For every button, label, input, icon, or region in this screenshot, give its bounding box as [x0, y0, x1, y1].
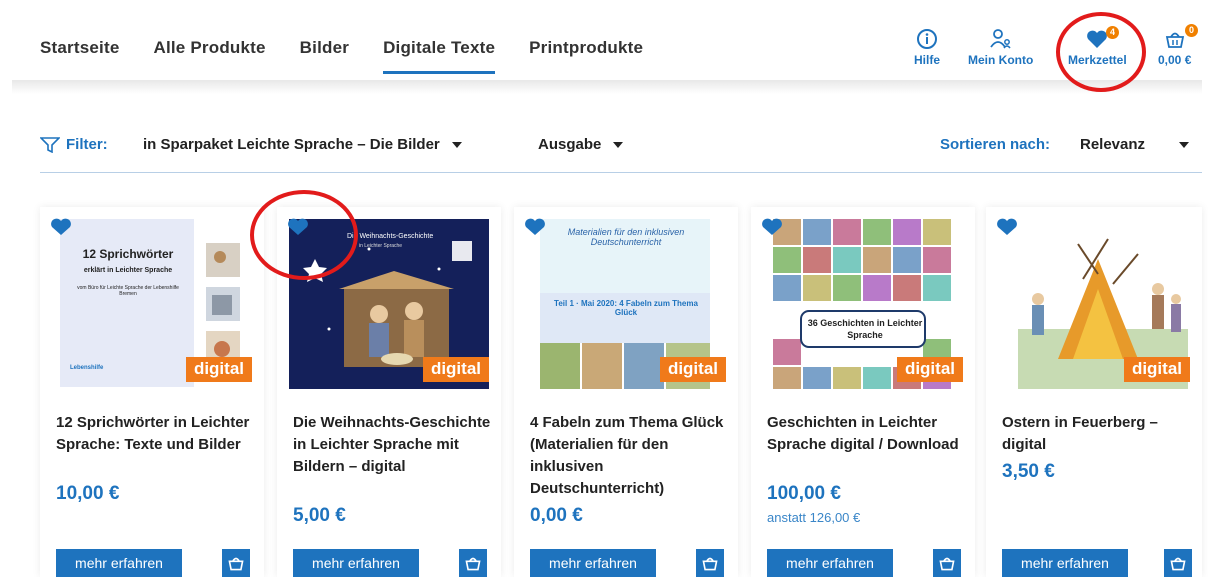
- info-icon: [917, 29, 937, 49]
- digital-badge: digital: [185, 357, 252, 382]
- heart-highlight-circle: [250, 190, 358, 280]
- filter-selected-value: in Sparpaket Leichte Sprache – Die Bilde…: [143, 136, 440, 153]
- product-price: 100,00 €: [767, 483, 841, 504]
- top-navigation: Startseite Alle Produkte Bilder Digitale…: [0, 0, 1208, 82]
- filter-edition-label: Ausgabe: [538, 136, 602, 153]
- cart-count-badge: 0: [1185, 24, 1198, 37]
- add-to-cart-button[interactable]: [222, 549, 250, 577]
- basket-icon: [702, 557, 718, 571]
- cart-total: 0,00 €: [1158, 53, 1192, 67]
- basket-icon: [1165, 32, 1184, 48]
- help-link[interactable]: Hilfe: [914, 28, 940, 67]
- digital-badge: digital: [659, 357, 726, 382]
- add-to-cart-button[interactable]: [1164, 549, 1192, 577]
- old-price: anstatt 126,00 €: [767, 510, 861, 525]
- help-label: Hilfe: [914, 53, 941, 67]
- digital-badge: digital: [896, 357, 963, 382]
- more-info-button[interactable]: mehr erfahren: [1002, 549, 1128, 577]
- filter-edition-dropdown[interactable]: Ausgabe: [538, 136, 624, 153]
- product-card: digital Ostern in Feuerberg – digital 3,…: [986, 207, 1202, 577]
- product-card: Materialien für den inklusiven Deutschun…: [514, 207, 738, 577]
- product-price: 10,00 €: [56, 483, 120, 504]
- wishlist-heart-icon[interactable]: [50, 217, 72, 237]
- cover-subtitle: erklärt in Leichter Sprache: [83, 267, 173, 274]
- product-title[interactable]: 4 Fabeln zum Thema Glück (Materialien fü…: [530, 412, 730, 500]
- more-info-button[interactable]: mehr erfahren: [530, 549, 656, 577]
- product-price: 0,00 €: [530, 505, 583, 526]
- nav-alle-produkte[interactable]: Alle Produkte: [153, 38, 265, 58]
- sort-dropdown[interactable]: Relevanz: [1080, 136, 1190, 153]
- product-card: 36 Geschichten in Leichter Sprache digit…: [751, 207, 975, 577]
- product-title[interactable]: Die Weihnachts-Geschichte in Leichter Sp…: [293, 412, 493, 478]
- add-to-cart-button[interactable]: [933, 549, 961, 577]
- caret-down-icon: [1179, 141, 1190, 148]
- proverb-illustrations: [206, 243, 240, 365]
- main-nav: Startseite Alle Produkte Bilder Digitale…: [40, 38, 677, 74]
- digital-badge: digital: [422, 357, 489, 382]
- nav-startseite[interactable]: Startseite: [40, 38, 119, 58]
- product-title[interactable]: Geschichten in Leichter Sprache digital …: [767, 412, 967, 456]
- nav-digitale-texte[interactable]: Digitale Texte: [383, 38, 496, 74]
- header-shadow: [12, 80, 1202, 94]
- cover-logo: Lebenshilfe: [70, 365, 104, 371]
- product-price: 5,00 €: [293, 505, 346, 526]
- basket-icon: [465, 557, 481, 571]
- cover-subtitle: Teil 1 · Mai 2020: 4 Fabeln zum Thema Gl…: [554, 299, 698, 317]
- digital-badge: digital: [1123, 357, 1190, 382]
- account-link[interactable]: Mein Konto: [968, 28, 1033, 67]
- filter-sparpaket-dropdown[interactable]: in Sparpaket Leichte Sprache – Die Bilde…: [143, 136, 462, 153]
- basket-icon: [939, 557, 955, 571]
- more-info-button[interactable]: mehr erfahren: [767, 549, 893, 577]
- account-label: Mein Konto: [968, 53, 1034, 67]
- filter-bar: Filter: in Sparpaket Leichte Sprache – D…: [40, 132, 1202, 173]
- filter-icon: [40, 136, 60, 153]
- cover-small-text: vom Büro für Leichte Sprache der Lebensh…: [77, 285, 179, 297]
- cover-title: Die Weihnachts-Geschichte: [347, 233, 434, 240]
- nav-printprodukte[interactable]: Printprodukte: [529, 38, 643, 58]
- product-title[interactable]: Ostern in Feuerberg – digital: [1002, 412, 1202, 456]
- more-info-button[interactable]: mehr erfahren: [293, 549, 419, 577]
- user-icon: [989, 29, 1011, 49]
- filter-label: Filter:: [66, 136, 108, 153]
- filter-toggle[interactable]: Filter:: [40, 136, 108, 153]
- basket-icon: [228, 557, 244, 571]
- basket-icon: [1170, 557, 1186, 571]
- cover-title: 36 Geschichten in Leichter Sprache: [807, 318, 923, 340]
- caret-down-icon: [613, 141, 624, 148]
- cover-title: Materialien für den inklusiven Deutschun…: [567, 227, 685, 247]
- add-to-cart-button[interactable]: [459, 549, 487, 577]
- sort-value: Relevanz: [1080, 136, 1146, 153]
- more-info-button[interactable]: mehr erfahren: [56, 549, 182, 577]
- cover-title: 12 Sprichwörter: [82, 247, 174, 261]
- nav-bilder[interactable]: Bilder: [300, 38, 349, 58]
- wishlist-heart-icon[interactable]: [524, 217, 546, 237]
- wishlist-highlight-circle: [1056, 12, 1146, 92]
- product-card: 12 Sprichwörter erklärt in Leichter Spra…: [40, 207, 264, 577]
- product-price: 3,50 €: [1002, 461, 1055, 482]
- wishlist-heart-icon[interactable]: [761, 217, 783, 237]
- cover-subtitle: in Leichter Sprache: [359, 243, 403, 249]
- add-to-cart-button[interactable]: [696, 549, 724, 577]
- wishlist-heart-icon[interactable]: [996, 217, 1018, 237]
- caret-down-icon: [451, 141, 462, 148]
- product-title[interactable]: 12 Sprichwörter in Leichter Sprache: Tex…: [56, 412, 256, 456]
- sort-label: Sortieren nach:: [940, 136, 1051, 153]
